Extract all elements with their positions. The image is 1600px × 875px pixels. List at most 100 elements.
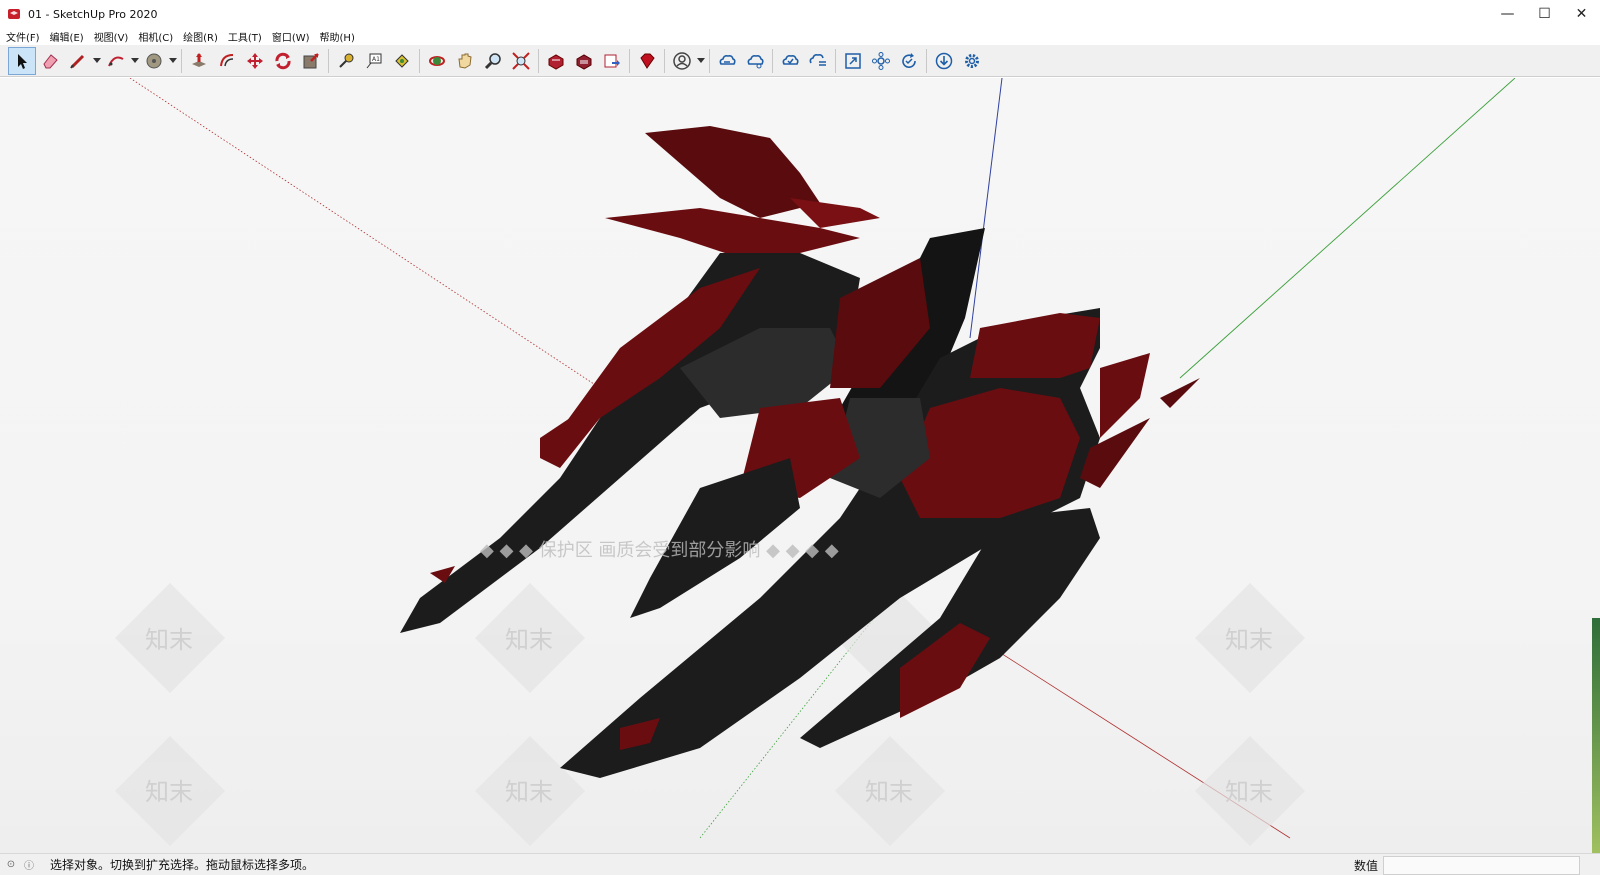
extension-warehouse-icon — [576, 53, 592, 70]
cloud-check-tool[interactable] — [776, 47, 804, 75]
line-dropdown[interactable] — [92, 47, 102, 75]
toolbar-separator — [629, 48, 630, 73]
settings-icon — [965, 53, 979, 68]
shape-dropdown[interactable] — [168, 47, 178, 75]
account-tool[interactable] — [668, 47, 696, 75]
menu-file[interactable]: 文件(F) — [0, 29, 45, 44]
fullscreen-icon — [845, 52, 861, 69]
eraser-tool[interactable] — [36, 47, 64, 75]
status-message: 选择对象。切换到扩充选择。拖动鼠标选择多项。 — [50, 858, 315, 872]
layout-send-icon — [604, 54, 620, 67]
account-icon — [673, 51, 691, 70]
info-icon[interactable]: ⓘ — [22, 858, 36, 872]
zoom-extents-tool[interactable] — [507, 47, 535, 75]
line-icon — [70, 54, 85, 69]
menu-help[interactable]: 帮助(H) — [315, 29, 360, 44]
svg-text:A1: A1 — [372, 56, 380, 63]
rotate-icon — [275, 52, 291, 69]
arc-tool[interactable] — [102, 47, 130, 75]
arc-icon — [108, 56, 124, 66]
paint-bucket-tool[interactable] — [388, 47, 416, 75]
menu-camera[interactable]: 相机(C) — [133, 29, 178, 44]
chevron-down-icon — [697, 57, 705, 63]
cloud-list-tool[interactable] — [804, 47, 832, 75]
move-icon — [247, 52, 263, 69]
extension-warehouse-tool[interactable] — [570, 47, 598, 75]
close-button[interactable]: ✕ — [1563, 0, 1600, 28]
eraser-icon — [43, 53, 58, 68]
toolbar-separator — [835, 48, 836, 73]
layout-send-tool[interactable] — [598, 47, 626, 75]
account-dropdown[interactable] — [696, 47, 706, 75]
cloud-list-icon — [809, 53, 826, 66]
components-tool[interactable] — [867, 47, 895, 75]
title-bar: 01 - SketchUp Pro 2020 — ☐ ✕ — [0, 0, 1600, 28]
pan-tool[interactable] — [451, 47, 479, 75]
zoom-tool[interactable] — [479, 47, 507, 75]
tape-measure-icon — [339, 53, 354, 68]
watermark-mark: 知末 — [145, 778, 193, 806]
toolbar-separator — [181, 48, 182, 73]
components-icon — [872, 51, 890, 70]
zoom-extents-icon — [512, 51, 530, 70]
menu-bar: 文件(F) 编辑(E) 视图(V) 相机(C) 绘图(R) 工具(T) 窗口(W… — [0, 28, 1600, 44]
watermark-banner: ◆ ◆ ◆ 保护区 画质会受到部分影响 ◆ ◆ ◆ ◆ — [480, 540, 839, 561]
download-tool[interactable] — [930, 47, 958, 75]
watermark-mark: 知末 — [505, 778, 553, 806]
cloud-share-icon — [747, 54, 764, 68]
download-icon — [935, 52, 953, 69]
offset-icon — [220, 53, 234, 66]
maximize-button[interactable]: ☐ — [1526, 0, 1563, 28]
move-tool[interactable] — [241, 47, 269, 75]
scene-canvas[interactable]: ◆ ◆ ◆ 保护区 画质会受到部分影响 ◆ ◆ ◆ ◆ 知末 知末 知末 知末 … — [0, 78, 1600, 853]
warehouse-tool[interactable] — [542, 47, 570, 75]
ruby-console-tool[interactable] — [633, 47, 661, 75]
offset-tool[interactable] — [213, 47, 241, 75]
toolbar-separator — [419, 48, 420, 73]
scale-icon — [303, 52, 319, 68]
cloud-check-icon — [782, 54, 799, 65]
refresh-check-tool[interactable] — [895, 47, 923, 75]
menu-draw[interactable]: 绘图(R) — [178, 29, 223, 44]
background-window-edge — [1592, 618, 1600, 853]
chevron-down-icon — [131, 57, 139, 63]
shape-tool[interactable] — [140, 47, 168, 75]
rotate-tool[interactable] — [269, 47, 297, 75]
watermark-mark: 知末 — [865, 778, 913, 806]
text-tool[interactable]: A1 — [360, 47, 388, 75]
tape-measure-tool[interactable] — [332, 47, 360, 75]
chevron-down-icon — [169, 57, 177, 63]
orbit-icon — [429, 55, 445, 66]
arc-dropdown[interactable] — [130, 47, 140, 75]
measurements-label: 数值 — [1353, 859, 1378, 873]
select-tool[interactable] — [8, 46, 36, 75]
watermark-mark: 知末 — [1225, 626, 1273, 654]
pan-icon — [458, 53, 472, 69]
shape-icon — [146, 53, 162, 68]
select-icon — [18, 53, 27, 69]
fullscreen-tool[interactable] — [839, 47, 867, 75]
menu-tools[interactable]: 工具(T) — [223, 29, 267, 44]
menu-edit[interactable]: 编辑(E) — [45, 29, 89, 44]
orbit-tool[interactable] — [423, 47, 451, 75]
line-tool[interactable] — [64, 47, 92, 75]
menu-view[interactable]: 视图(V) — [89, 29, 134, 44]
model-viewport[interactable]: ◆ ◆ ◆ 保护区 画质会受到部分影响 ◆ ◆ ◆ ◆ 知末 知末 知末 知末 … — [0, 78, 1600, 853]
measurements-input[interactable] — [1383, 856, 1580, 875]
scale-tool[interactable] — [297, 47, 325, 75]
warehouse-icon — [548, 53, 564, 70]
cloud-sync-tool[interactable] — [713, 47, 741, 75]
minimize-button[interactable]: — — [1489, 0, 1526, 28]
cloud-share-tool[interactable] — [741, 47, 769, 75]
watermark-mark: 知末 — [505, 626, 553, 654]
toolbar-separator — [538, 48, 539, 73]
push-pull-tool[interactable] — [185, 47, 213, 75]
watermark-mark: 知末 — [145, 626, 193, 654]
main-toolbar: A1 — [0, 45, 1600, 77]
window-title: 01 - SketchUp Pro 2020 — [28, 7, 158, 21]
menu-window[interactable]: 窗口(W) — [267, 29, 315, 44]
toolbar-separator — [664, 48, 665, 73]
blue-axis — [969, 78, 1003, 339]
settings-tool[interactable] — [958, 47, 986, 75]
geo-location-icon[interactable]: ⊙ — [4, 858, 18, 872]
